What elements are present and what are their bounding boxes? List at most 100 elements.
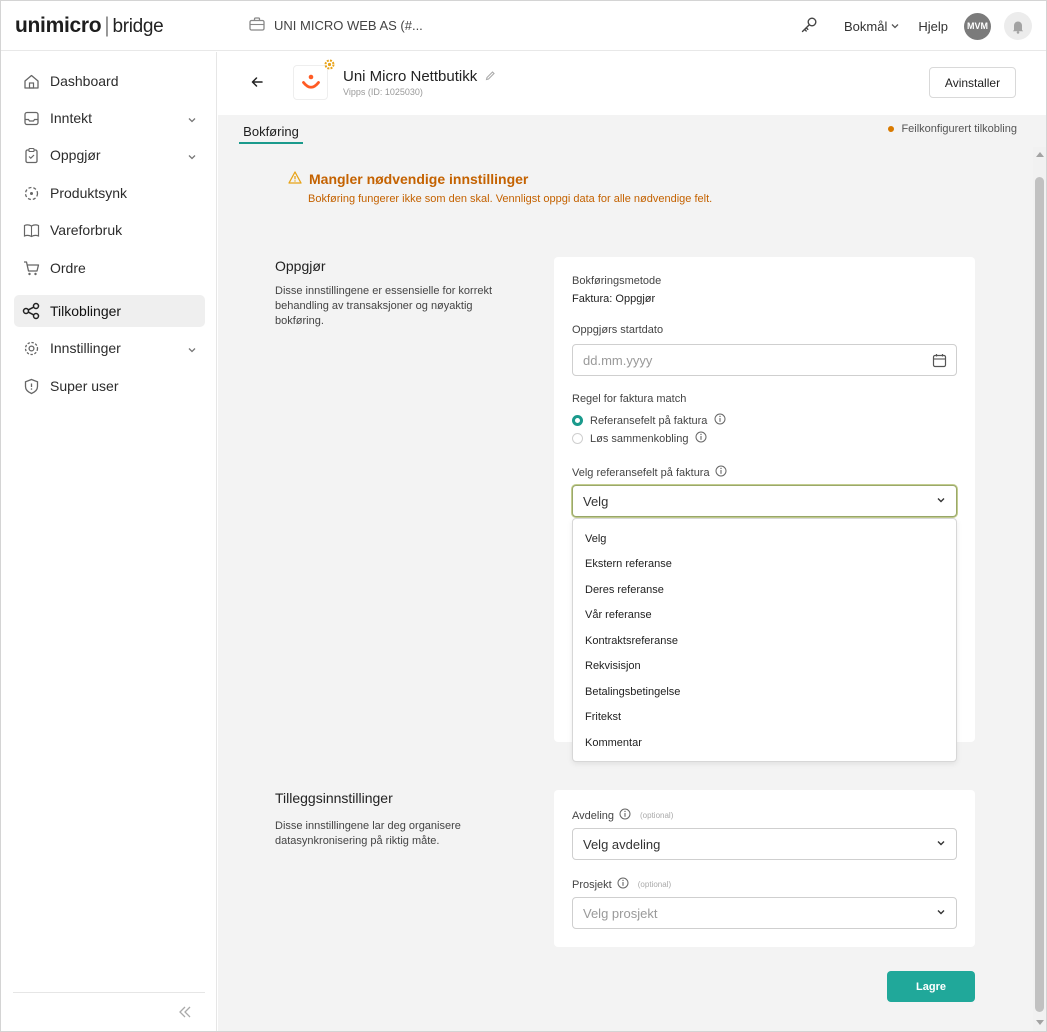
scroll-down-arrow[interactable] bbox=[1036, 1020, 1044, 1025]
sidebar-item-oppgjor[interactable]: Oppgjør bbox=[14, 139, 205, 171]
avatar[interactable]: MVM bbox=[964, 12, 991, 40]
project-label-row: Prosjekt (optional) bbox=[572, 877, 671, 892]
uninstall-button[interactable]: Avinstaller bbox=[929, 67, 1016, 98]
briefcase-icon bbox=[249, 17, 265, 34]
sidebar: Dashboard Inntekt Oppgjør Produktsynk Va… bbox=[1, 52, 217, 1031]
chevron-down-icon bbox=[890, 19, 900, 34]
bell-icon[interactable] bbox=[1004, 12, 1032, 40]
settings-badge-icon bbox=[324, 58, 335, 73]
section-title-tillegg: Tilleggsinnstillinger bbox=[275, 790, 393, 806]
scroll-up-arrow[interactable] bbox=[1036, 152, 1044, 157]
rule-label: Regel for faktura match bbox=[572, 393, 687, 405]
sidebar-item-produktsynk[interactable]: Produktsynk bbox=[14, 177, 205, 209]
section-desc-oppgjor: Disse innstillingene er essensielle for … bbox=[275, 285, 493, 327]
tab-bokforing[interactable]: Bokføring bbox=[239, 119, 303, 144]
optional-tag: (optional) bbox=[640, 811, 674, 820]
clipboard-icon bbox=[22, 146, 40, 164]
language-label: Bokmål bbox=[844, 18, 888, 34]
back-arrow-icon[interactable] bbox=[250, 75, 264, 92]
department-select[interactable]: Velg avdeling bbox=[572, 828, 957, 860]
sidebar-item-ordre[interactable]: Ordre bbox=[14, 252, 205, 284]
dropdown-option[interactable]: Ekstern referanse bbox=[585, 558, 672, 570]
dropdown-option[interactable]: Deres referanse bbox=[585, 584, 664, 596]
project-placeholder: Velg prosjekt bbox=[583, 905, 658, 921]
sidebar-item-vareforbruk[interactable]: Vareforbruk bbox=[14, 214, 205, 246]
ref-label-row: Velg referansefelt på faktura bbox=[572, 465, 727, 480]
sidebar-item-label: Ordre bbox=[50, 260, 86, 276]
optional-tag: (optional) bbox=[637, 880, 672, 889]
dropdown-option[interactable]: Velg bbox=[585, 533, 606, 545]
sidebar-item-super-user[interactable]: Super user bbox=[14, 370, 205, 402]
vipps-logo bbox=[293, 65, 328, 100]
key-icon[interactable] bbox=[800, 16, 818, 37]
info-icon[interactable] bbox=[617, 877, 629, 892]
warning-text: Bokføring fungerer ikke som den skal. Ve… bbox=[308, 193, 713, 205]
sidebar-item-inntekt[interactable]: Inntekt bbox=[14, 102, 205, 134]
share-icon bbox=[22, 302, 40, 320]
chevron-down-icon bbox=[187, 342, 197, 358]
radio-los-sammenkobling[interactable]: Løs sammenkobling bbox=[572, 431, 707, 446]
scrollbar-thumb[interactable] bbox=[1035, 177, 1044, 1012]
logo-main: unimicro bbox=[15, 14, 102, 37]
status-dot bbox=[888, 126, 895, 132]
save-button[interactable]: Lagre bbox=[887, 971, 975, 1002]
chevron-down-icon bbox=[935, 494, 947, 509]
startdate-placeholder: dd.mm.yyyy bbox=[583, 352, 653, 368]
tab-bar: Bokføring Feilkonfigurert tilkobling bbox=[218, 115, 1046, 147]
sidebar-item-label: Super user bbox=[50, 378, 119, 394]
book-icon bbox=[22, 221, 40, 239]
startdate-input[interactable]: dd.mm.yyyy bbox=[572, 344, 957, 376]
chevron-down-icon bbox=[187, 112, 197, 128]
ref-dropdown-menu: Velg Ekstern referanse Deres referanse V… bbox=[572, 518, 957, 762]
sidebar-item-label: Produktsynk bbox=[50, 185, 128, 201]
sidebar-item-label: Tilkoblinger bbox=[50, 303, 122, 319]
project-select[interactable]: Velg prosjekt bbox=[572, 897, 957, 929]
dropdown-option[interactable]: Betalingsbetingelse bbox=[585, 686, 680, 698]
warning-title: Mangler nødvendige innstillinger bbox=[309, 171, 529, 187]
warning-icon bbox=[288, 171, 302, 187]
info-icon[interactable] bbox=[714, 413, 726, 428]
info-icon[interactable] bbox=[619, 808, 631, 823]
radio-button[interactable] bbox=[572, 433, 583, 444]
app-frame: unimicro | bridge UNI MICRO WEB AS (#... B… bbox=[0, 0, 1047, 1032]
project-label: Prosjekt bbox=[572, 878, 612, 891]
sidebar-item-label: Vareforbruk bbox=[50, 222, 123, 238]
radio-button-selected[interactable] bbox=[572, 415, 583, 426]
status-text: Feilkonfigurert tilkobling bbox=[901, 123, 1017, 135]
sidebar-item-label: Innstillinger bbox=[50, 340, 121, 356]
section-desc-tillegg: Disse innstillingene lar deg organisere … bbox=[275, 820, 461, 847]
shield-icon bbox=[22, 377, 40, 395]
connection-status: Feilkonfigurert tilkobling bbox=[888, 123, 1017, 135]
info-icon[interactable] bbox=[715, 465, 727, 480]
chevron-down-icon bbox=[935, 906, 947, 921]
help-link[interactable]: Hjelp bbox=[918, 19, 948, 34]
cart-icon bbox=[22, 259, 40, 277]
chevron-down-icon bbox=[935, 837, 947, 852]
radio-referansefelt[interactable]: Referansefelt på faktura bbox=[572, 413, 726, 428]
calendar-icon[interactable] bbox=[932, 353, 947, 371]
ref-select-value: Velg bbox=[583, 493, 609, 509]
pencil-icon[interactable] bbox=[485, 68, 496, 85]
language-selector[interactable]: Bokmål bbox=[844, 19, 900, 34]
collapse-sidebar-icon[interactable] bbox=[177, 1005, 193, 1022]
home-icon bbox=[22, 72, 40, 90]
sidebar-item-label: Dashboard bbox=[50, 73, 119, 89]
dropdown-option[interactable]: Vår referanse bbox=[585, 609, 652, 621]
sidebar-item-label: Inntekt bbox=[50, 110, 93, 126]
brand-logo[interactable]: unimicro | bridge bbox=[15, 14, 164, 38]
dropdown-option[interactable]: Kontraktsreferanse bbox=[585, 635, 678, 647]
dropdown-option[interactable]: Kommentar bbox=[585, 737, 642, 749]
inbox-icon bbox=[22, 109, 40, 127]
sidebar-item-tilkoblinger[interactable]: Tilkoblinger bbox=[14, 295, 205, 327]
dropdown-option[interactable]: Fritekst bbox=[585, 711, 621, 723]
app-title-row: Uni Micro Nettbutikk bbox=[343, 68, 496, 85]
company-selector[interactable]: UNI MICRO WEB AS (#... bbox=[249, 17, 423, 34]
company-name: UNI MICRO WEB AS (#... bbox=[274, 18, 423, 33]
scrollbar[interactable] bbox=[1033, 147, 1046, 1031]
sidebar-item-innstillinger[interactable]: Innstillinger bbox=[14, 332, 205, 364]
dropdown-option[interactable]: Rekvisisjon bbox=[585, 660, 641, 672]
sidebar-item-dashboard[interactable]: Dashboard bbox=[14, 65, 205, 97]
info-icon[interactable] bbox=[695, 431, 707, 446]
department-label: Avdeling bbox=[572, 809, 614, 822]
ref-select[interactable]: Velg bbox=[572, 485, 957, 517]
